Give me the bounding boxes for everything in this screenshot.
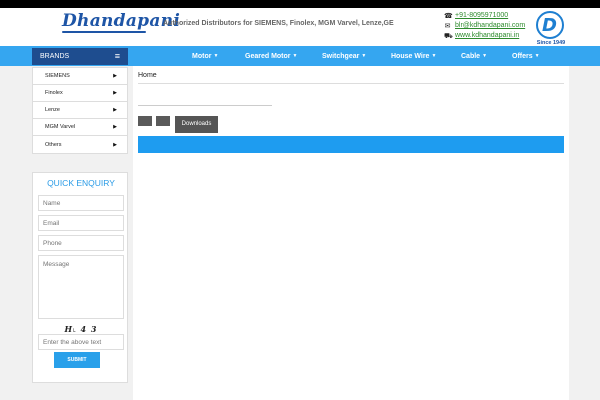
sidebar-item-label: MGM Varvel <box>45 124 76 130</box>
submit-button[interactable]: SUBMIT <box>54 352 100 368</box>
caret-down-icon: ▼ <box>534 53 540 59</box>
nav-item-label: Geared Motor <box>245 52 291 60</box>
contact-info: ☎ +91-8095971000 ✉ blr@kdhandapani.com ⛟… <box>444 11 525 41</box>
caret-down-icon: ▼ <box>431 53 437 59</box>
email-field[interactable] <box>38 215 124 231</box>
breadcrumb-divider <box>138 83 564 84</box>
caret-down-icon: ▼ <box>213 53 219 59</box>
sidebar-item-siemens[interactable]: SIEMENS ▶ <box>33 68 127 85</box>
email-link[interactable]: blr@kdhandapani.com <box>455 21 525 31</box>
logo-underline <box>62 31 146 33</box>
cart-icon: ⛟ <box>444 32 453 40</box>
breadcrumb[interactable]: Home <box>138 72 157 79</box>
nav-item-label: House Wire <box>391 52 430 60</box>
envelope-icon: ✉ <box>444 22 451 30</box>
content-blue-bar <box>138 136 564 153</box>
enquiry-title: QUICK ENQUIRY <box>47 178 115 188</box>
phone-link[interactable]: +91-8095971000 <box>455 11 508 21</box>
nav-item-geared-motor[interactable]: Geared Motor ▼ <box>245 46 297 66</box>
caret-down-icon: ▼ <box>482 53 488 59</box>
nav-item-switchgear[interactable]: Switchgear ▼ <box>322 46 366 66</box>
brands-header[interactable]: BRANDS ≡ <box>32 48 128 65</box>
top-black-bar <box>0 0 600 8</box>
sidebar-item-lenze[interactable]: Lenze ▶ <box>33 102 127 119</box>
website-link[interactable]: www.kdhandapani.in <box>455 31 519 41</box>
content-divider <box>138 105 272 106</box>
captcha-image: H˪ 4 3 <box>64 324 98 334</box>
nav-item-cable[interactable]: Cable ▼ <box>461 46 487 66</box>
caret-down-icon: ▼ <box>361 53 367 59</box>
sidebar-item-mgm-varvel[interactable]: MGM Varvel ▶ <box>33 119 127 136</box>
nav-item-label: Cable <box>461 52 481 60</box>
site-header: Dhandapani Authorized Distributors for S… <box>0 8 600 46</box>
dark-tab-button-2[interactable] <box>156 116 170 126</box>
caret-down-icon: ▼ <box>292 53 298 59</box>
chevron-right-icon: ▶ <box>113 73 117 79</box>
quick-enquiry-panel: QUICK ENQUIRY H˪ 4 3 SUBMIT <box>32 172 128 383</box>
main-content: Home Downloads <box>133 66 569 400</box>
phone-row: ☎ +91-8095971000 <box>444 11 525 21</box>
downloads-button[interactable]: Downloads <box>175 116 218 133</box>
nav-item-house-wire[interactable]: House Wire ▼ <box>391 46 436 66</box>
sidebar-item-label: SIEMENS <box>45 73 70 79</box>
brands-list: SIEMENS ▶ Finolex ▶ Lenze ▶ MGM Varvel ▶ Oth… <box>32 67 128 154</box>
header-tagline: Authorized Distributors for SIEMENS, Fin… <box>163 20 394 27</box>
phone-icon: ☎ <box>444 12 453 20</box>
sidebar-item-label: Lenze <box>45 107 60 113</box>
nav-item-label: Motor <box>192 52 212 60</box>
nav-item-offers[interactable]: Offers ▼ <box>512 46 540 66</box>
sidebar-item-others[interactable]: Others ▶ <box>33 136 127 153</box>
website-row: ⛟ www.kdhandapani.in <box>444 31 525 41</box>
brands-heading: BRANDS <box>40 53 70 60</box>
chevron-right-icon: ▶ <box>113 107 117 113</box>
nav-item-label: Switchgear <box>322 52 360 60</box>
message-field[interactable] <box>38 255 124 319</box>
captcha-input[interactable] <box>38 334 124 350</box>
sidebar-item-label: Finolex <box>45 90 63 96</box>
chevron-right-icon: ▶ <box>113 90 117 96</box>
email-row: ✉ blr@kdhandapani.com <box>444 21 526 31</box>
sidebar-item-label: Others <box>45 141 62 148</box>
chevron-right-icon: ▶ <box>113 124 117 130</box>
brand-badge: D Since 1949 <box>532 11 568 46</box>
sidebar-item-finolex[interactable]: Finolex ▶ <box>33 85 127 102</box>
hamburger-menu-icon[interactable]: ≡ <box>115 52 120 61</box>
badge-letter: D <box>542 15 557 36</box>
nav-item-motor[interactable]: Motor ▼ <box>192 46 218 66</box>
chevron-right-icon: ▶ <box>113 141 117 148</box>
dark-tab-button-1[interactable] <box>138 116 152 126</box>
phone-field[interactable] <box>38 235 124 251</box>
nav-item-label: Offers <box>512 52 533 60</box>
name-field[interactable] <box>38 195 124 211</box>
